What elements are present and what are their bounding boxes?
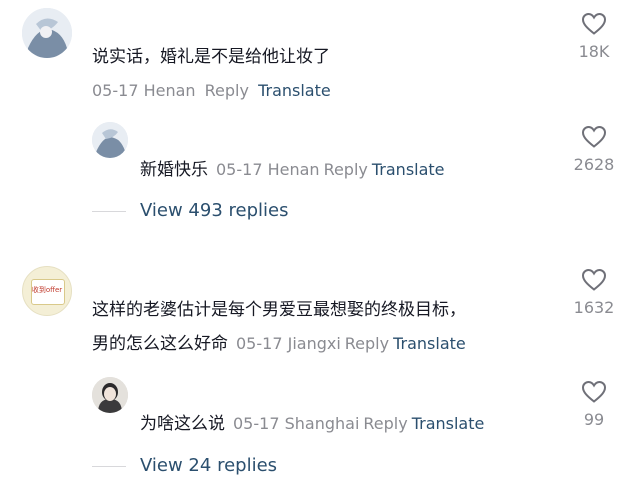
comment-date: 05-17	[92, 81, 139, 100]
divider	[92, 466, 126, 467]
comment-text-continuation: 男的怎么这么好命	[92, 334, 228, 354]
reply-meta: 05-17 Shanghai Reply Translate	[233, 414, 484, 433]
like-count: 18K	[578, 42, 610, 61]
comment-location: Henan	[143, 81, 196, 100]
reply-avatar[interactable]	[92, 377, 128, 413]
reply-button[interactable]: Reply	[205, 81, 249, 100]
avatar[interactable]: 收到offer	[22, 266, 72, 316]
anime-avatar-image	[22, 8, 72, 58]
reply-button[interactable]: Reply	[363, 414, 407, 433]
view-replies-button[interactable]: View 493 replies	[140, 199, 288, 223]
translate-button[interactable]: Translate	[412, 414, 485, 433]
reply-text: 为啥这么说	[140, 414, 225, 434]
reply-meta: 05-17 Henan Reply Translate	[216, 160, 445, 179]
reply-location: Henan	[267, 160, 320, 179]
reply-date: 05-17	[233, 414, 280, 433]
translate-button[interactable]: Translate	[258, 81, 331, 100]
person-avatar-image	[92, 377, 128, 413]
like-count: 2628	[573, 155, 615, 174]
comment-location: Jiangxi	[287, 334, 341, 353]
avatar-label: 收到offer	[31, 286, 63, 294]
comment-text: 这样的老婆估计是每个男爱豆最想娶的终极目标，	[92, 300, 466, 320]
comment-meta: 05-17 Henan Reply Translate	[92, 80, 331, 102]
like-button[interactable]: 2628	[564, 125, 624, 175]
reply-line: 新婚快乐 05-17 Henan Reply Translate	[140, 157, 445, 183]
like-button[interactable]: 1632	[564, 268, 624, 318]
like-button[interactable]: 18K	[564, 12, 624, 62]
like-count: 1632	[573, 298, 615, 317]
heart-outline-icon	[581, 12, 607, 35]
avatar[interactable]	[22, 8, 72, 58]
like-count: 99	[583, 410, 605, 429]
translate-button[interactable]: Translate	[372, 160, 445, 179]
reply-button[interactable]: Reply	[324, 160, 368, 179]
reply-avatar[interactable]	[92, 122, 128, 158]
like-button[interactable]: 99	[564, 380, 624, 430]
heart-outline-icon	[581, 380, 607, 403]
reply-line: 为啥这么说 05-17 Shanghai Reply Translate	[140, 411, 484, 437]
comment-text-line-2: 男的怎么这么好命 05-17 Jiangxi Reply Translate	[92, 331, 466, 357]
comment-text: 说实话，婚礼是不是给他让妆了	[92, 47, 330, 67]
anime-avatar-image	[92, 122, 128, 158]
reply-button[interactable]: Reply	[345, 334, 389, 353]
reply-date: 05-17	[216, 160, 263, 179]
heart-outline-icon	[581, 125, 607, 148]
reply-text: 新婚快乐	[140, 160, 208, 180]
translate-button[interactable]: Translate	[393, 334, 466, 353]
comment-date: 05-17	[236, 334, 283, 353]
heart-outline-icon	[581, 268, 607, 291]
divider	[92, 211, 126, 212]
reply-location: Shanghai	[284, 414, 360, 433]
view-replies-button[interactable]: View 24 replies	[140, 454, 277, 478]
comment-meta: 05-17 Jiangxi Reply Translate	[236, 334, 466, 353]
